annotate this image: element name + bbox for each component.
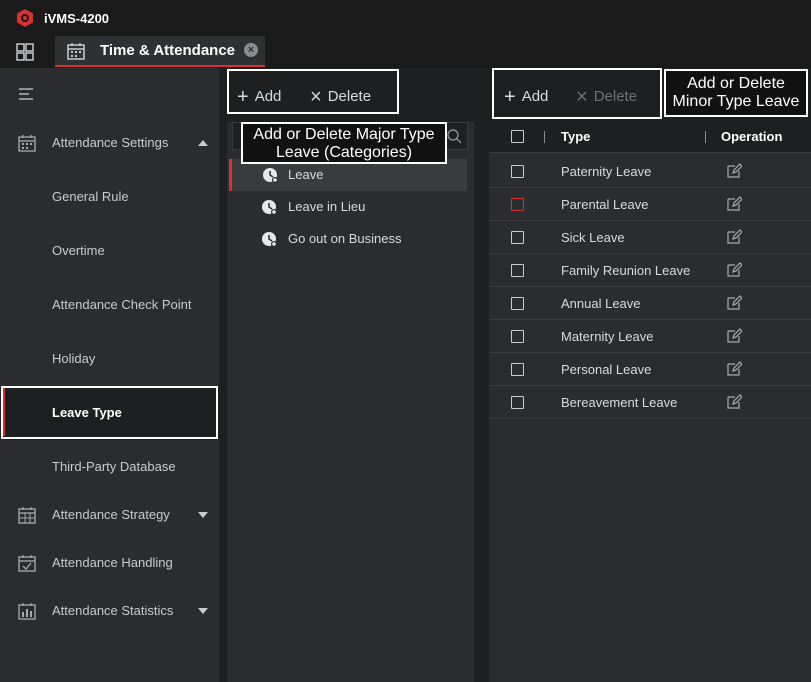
- table-row[interactable]: Paternity Leave: [489, 155, 811, 188]
- row-type-label: Parental Leave: [561, 197, 649, 212]
- calendar-icon: [18, 135, 36, 152]
- sidebar-item-label: Attendance Strategy: [52, 507, 170, 522]
- sidebar-item-attendance-strategy[interactable]: Attendance Strategy: [0, 490, 219, 542]
- category-label: Leave in Lieu: [288, 199, 366, 214]
- sidebar-item-label: Attendance Settings: [52, 135, 169, 150]
- edit-icon[interactable]: [726, 328, 742, 344]
- table-row[interactable]: Annual Leave: [489, 287, 811, 320]
- category-label: Leave: [288, 167, 324, 182]
- column-header-operation: Operation: [721, 129, 783, 144]
- sidebar-item-attendance-check-point[interactable]: Attendance Check Point: [0, 280, 219, 332]
- column-separator: [544, 131, 545, 143]
- close-icon[interactable]: ×: [244, 43, 258, 57]
- edit-icon[interactable]: [726, 163, 742, 179]
- table-row[interactable]: Parental Leave: [489, 188, 811, 221]
- sidebar-item-label: Holiday: [52, 351, 96, 366]
- category-item-go-out-on-business[interactable]: Go out on Business: [229, 223, 467, 255]
- row-type-label: Sick Leave: [561, 230, 625, 245]
- clock-icon: [263, 168, 278, 183]
- select-all-checkbox[interactable]: [511, 130, 524, 143]
- annotation-line: Add or Delete Major Type: [253, 126, 435, 143]
- row-type-label: Paternity Leave: [561, 164, 652, 179]
- edit-icon[interactable]: [726, 262, 742, 278]
- panel-divider[interactable]: [477, 68, 489, 682]
- sidebar-item-label: Attendance Statistics: [52, 603, 174, 618]
- annotation-major-type: Add or Delete Major Type Leave (Categori…: [241, 122, 447, 164]
- minor-delete-button[interactable]: × Delete: [576, 86, 637, 109]
- table-row[interactable]: Bereavement Leave: [489, 386, 811, 419]
- sidebar-item-label: Attendance Check Point: [52, 297, 192, 312]
- row-type-label: Annual Leave: [561, 296, 641, 311]
- sidebar-item-general-rule[interactable]: General Rule: [0, 172, 219, 224]
- sidebar-item-label: Attendance Handling: [52, 555, 173, 570]
- minor-add-button[interactable]: + Add: [504, 86, 548, 109]
- column-separator: [705, 131, 706, 143]
- x-icon: ×: [576, 86, 588, 108]
- row-checkbox[interactable]: [511, 264, 524, 277]
- grid-menu-icon[interactable]: [16, 43, 34, 61]
- category-label: Go out on Business: [288, 231, 402, 246]
- edit-icon[interactable]: [726, 295, 742, 311]
- sidebar-item-holiday[interactable]: Holiday: [0, 334, 219, 386]
- row-type-label: Bereavement Leave: [561, 395, 678, 410]
- column-header-type[interactable]: Type: [561, 129, 590, 144]
- edit-icon[interactable]: [726, 394, 742, 410]
- row-checkbox[interactable]: [511, 297, 524, 310]
- sidebar-item-label: Leave Type: [52, 405, 122, 420]
- table-row[interactable]: Family Reunion Leave: [489, 254, 811, 287]
- annotation-minor-type: Add or Delete Minor Type Leave: [664, 69, 808, 117]
- x-icon: ×: [310, 86, 322, 108]
- title-bar: [0, 0, 811, 36]
- tab-label: Time & Attendance: [100, 42, 236, 59]
- annotation-line: Minor Type Leave: [672, 93, 800, 110]
- menu-collapse-icon[interactable]: [18, 87, 34, 101]
- table-row[interactable]: Personal Leave: [489, 353, 811, 386]
- edit-icon[interactable]: [726, 229, 742, 245]
- app-title: iVMS-4200: [44, 11, 110, 26]
- row-checkbox[interactable]: [511, 198, 524, 211]
- row-checkbox[interactable]: [511, 165, 524, 178]
- sidebar-item-attendance-settings[interactable]: Attendance Settings: [0, 118, 219, 170]
- app-logo-icon: [17, 9, 33, 27]
- sidebar-item-leave-type[interactable]: Leave Type: [0, 388, 219, 440]
- row-type-label: Family Reunion Leave: [561, 263, 691, 278]
- sidebar-item-overtime[interactable]: Overtime: [0, 226, 219, 278]
- row-checkbox[interactable]: [511, 330, 524, 343]
- annotation-line: Leave (Categories): [275, 144, 413, 161]
- sidebar-item-label: Third-Party Database: [52, 459, 176, 474]
- edit-icon[interactable]: [726, 196, 742, 212]
- table-row[interactable]: Sick Leave: [489, 221, 811, 254]
- tab-time-attendance[interactable]: Time & Attendance ×: [55, 36, 265, 67]
- annotation-line: Add or Delete: [687, 75, 785, 92]
- plus-icon: +: [504, 86, 516, 108]
- row-checkbox[interactable]: [511, 396, 524, 409]
- row-checkbox[interactable]: [511, 363, 524, 376]
- sidebar-item-label: General Rule: [52, 189, 129, 204]
- sidebar-item-label: Overtime: [52, 243, 105, 258]
- clock-icon: [262, 232, 277, 247]
- statistics-icon: [18, 603, 36, 620]
- chevron-down-icon: [198, 512, 208, 518]
- major-delete-button[interactable]: × Delete: [310, 86, 371, 109]
- table-row[interactable]: Maternity Leave: [489, 320, 811, 353]
- row-type-label: Maternity Leave: [561, 329, 654, 344]
- chevron-up-icon: [198, 140, 208, 146]
- chevron-down-icon: [198, 608, 208, 614]
- clock-icon: [262, 200, 277, 215]
- row-type-label: Personal Leave: [561, 362, 652, 377]
- search-icon[interactable]: [446, 128, 462, 144]
- major-add-button[interactable]: + Add: [237, 86, 281, 109]
- calendar-icon: [67, 43, 85, 60]
- selection-indicator: [2, 388, 5, 436]
- plus-icon: +: [237, 86, 249, 108]
- sidebar-item-attendance-handling[interactable]: Attendance Handling: [0, 538, 219, 590]
- calendar-check-icon: [18, 555, 36, 572]
- sidebar-item-third-party-database[interactable]: Third-Party Database: [0, 442, 219, 494]
- edit-icon[interactable]: [726, 361, 742, 377]
- sidebar-item-attendance-statistics[interactable]: Attendance Statistics: [0, 586, 219, 638]
- row-checkbox[interactable]: [511, 231, 524, 244]
- calendar-grid-icon: [18, 507, 36, 524]
- category-item-leave-in-lieu[interactable]: Leave in Lieu: [229, 191, 467, 223]
